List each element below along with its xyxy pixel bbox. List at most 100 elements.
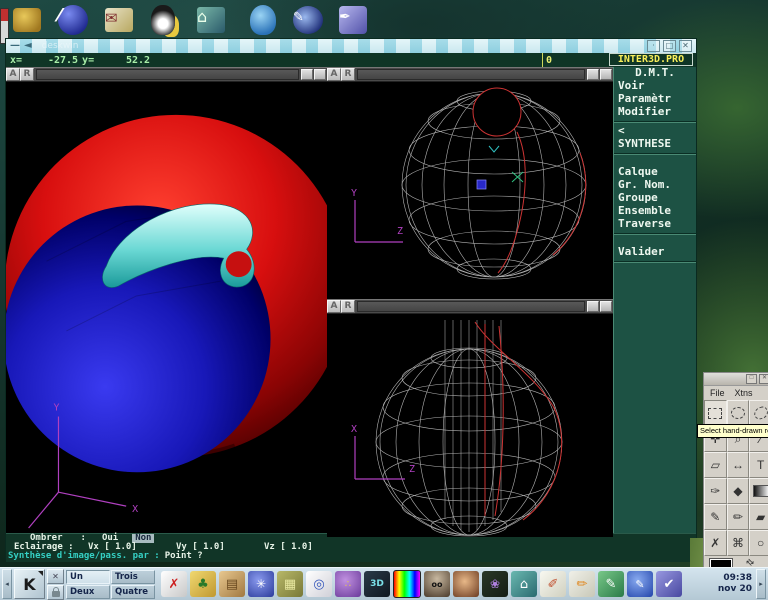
kview-icon[interactable] [161, 571, 187, 597]
home-builder-icon[interactable] [194, 4, 228, 36]
flowers-icon[interactable] [482, 571, 508, 597]
menu-separator [614, 153, 696, 155]
red-profile-curves [498, 132, 586, 273]
toolbox-menu-file[interactable]: File [710, 388, 725, 398]
side-view-canvas[interactable]: Y Z [327, 82, 613, 299]
viewport-a-button[interactable]: A [6, 68, 20, 81]
blue-ant-icon[interactable] [246, 4, 280, 36]
globe-draw-icon[interactable] [627, 571, 653, 597]
lock-screen-button[interactable] [47, 585, 64, 600]
viewport-win-button[interactable] [587, 301, 599, 312]
viewport-drag-bar[interactable] [357, 301, 585, 312]
mail-glyph [105, 8, 133, 32]
coordinate-statusbar: x= -27.5 y= 52.2 0 INTER3D.PRO [6, 53, 696, 67]
package-icon[interactable] [277, 571, 303, 597]
note-pen-icon[interactable] [336, 4, 370, 36]
command-menu: D.M.T. Voir Paramètr Modifier < SYNTHESE… [613, 67, 696, 533]
synthese-question-label: Synthèse d'image/pass. par : [8, 552, 160, 561]
notes-check-icon[interactable] [656, 571, 682, 597]
package-box-icon[interactable] [10, 4, 44, 36]
viewport-win-button[interactable] [600, 69, 612, 80]
viewport-win-button[interactable] [301, 69, 313, 80]
drafting-icon[interactable] [540, 571, 566, 597]
viewport-drag-bar[interactable] [357, 69, 585, 80]
maximize-button[interactable]: □ [663, 40, 676, 52]
menu-item-traverse[interactable]: Traverse [614, 218, 696, 231]
toolbox-close-button[interactable]: ✕ [759, 374, 768, 384]
airbrush-tool[interactable]: ✗ [704, 530, 727, 556]
file-cabinet-icon[interactable] [219, 571, 245, 597]
viewport-r-button[interactable]: R [20, 68, 34, 81]
window-list-button[interactable]: ✕ [47, 569, 64, 584]
crescent-hole [226, 251, 252, 277]
free-select-tool[interactable] [749, 400, 768, 426]
nav-wheel-icon[interactable] [248, 571, 274, 597]
viewport-r-button[interactable]: R [341, 68, 355, 81]
desktop-pager: Un Trois Deux Quatre [66, 570, 155, 599]
gimp-wilber-icon[interactable] [424, 571, 450, 597]
toolbox-maximize-button[interactable]: □ [746, 374, 757, 384]
tool-tooltip: Select hand-drawn regions [697, 424, 768, 438]
viewport-a-button[interactable]: A [327, 300, 341, 313]
pin-icon[interactable]: ◄ [24, 41, 32, 51]
taskbar: ◂ K ✕ Un Trois Deux Quatre [0, 567, 768, 600]
panel-hide-right-button[interactable]: ▸ [756, 569, 766, 599]
rect-select-tool[interactable] [704, 400, 727, 426]
doc-viewer-icon[interactable] [306, 571, 332, 597]
transform-tool[interactable]: ▱ [704, 452, 727, 478]
color-picker-tool[interactable]: ✑ [704, 478, 727, 504]
top-view-canvas[interactable]: X Z [327, 314, 613, 537]
menu-item-modifier[interactable]: Modifier [614, 106, 696, 119]
vz-value[interactable]: Vz [ 1.0] [264, 543, 352, 552]
menu-separator [614, 121, 696, 123]
blend-tool[interactable] [749, 478, 768, 504]
pager-desktop-4[interactable]: Quatre [111, 585, 155, 599]
viewport-win-button[interactable] [600, 301, 612, 312]
viewport-top: A R [327, 299, 613, 537]
viewport-a-button[interactable]: A [327, 68, 341, 81]
3d-logo-icon[interactable] [364, 571, 390, 597]
pencil-icon[interactable] [569, 571, 595, 597]
menu-item-valider[interactable]: Valider [614, 246, 696, 259]
shaded-view-canvas[interactable]: Y X [6, 82, 327, 533]
y-value: 52.2 [94, 55, 150, 66]
select-tools-row [704, 400, 768, 426]
notch-cutout [473, 88, 521, 136]
shade-icon[interactable]: — [10, 41, 20, 51]
flip-tool[interactable]: ↔ [727, 452, 750, 478]
kde-sphere-icon[interactable] [56, 4, 90, 36]
pencil-tool[interactable]: ✎ [704, 504, 727, 530]
convolve-tool[interactable]: ○ [749, 530, 768, 556]
text-tool[interactable]: T [749, 452, 768, 478]
pager-desktop-3[interactable]: Trois [111, 570, 155, 584]
panel-hide-left-button[interactable]: ◂ [2, 569, 12, 599]
bucket-fill-tool[interactable]: ◆ [727, 478, 750, 504]
minimize-button[interactable]: · [647, 40, 660, 52]
pager-desktop-1[interactable]: Un [66, 570, 110, 584]
viewport-win-button[interactable] [587, 69, 599, 80]
image-viewer-icon[interactable] [453, 571, 479, 597]
toolbox-menu-xtns[interactable]: Xtns [735, 388, 753, 398]
eraser-tool[interactable]: ▰ [749, 504, 768, 530]
web-pen-icon[interactable] [291, 4, 325, 36]
viewport-drag-bar[interactable] [36, 69, 299, 80]
molecule-icon[interactable] [335, 571, 361, 597]
menu-item-synthese[interactable]: SYNTHESE [614, 138, 696, 151]
mail-stamp-icon[interactable] [102, 4, 136, 36]
toolbox-titlebar[interactable]: □ ✕ [704, 373, 768, 386]
paintbrush-tool[interactable]: ✏ [727, 504, 750, 530]
desktop-palm-icon[interactable] [190, 571, 216, 597]
ellipse-select-tool[interactable] [727, 400, 750, 426]
tux-files-icon[interactable] [146, 4, 180, 36]
viewport-side: A R [327, 67, 613, 299]
viewport-r-button[interactable]: R [341, 300, 355, 313]
notebook-icon[interactable] [598, 571, 624, 597]
pager-desktop-2[interactable]: Deux [66, 585, 110, 599]
home-paint-icon[interactable] [511, 571, 537, 597]
gradient-icon[interactable] [393, 570, 421, 598]
window-titlebar[interactable]: — ◄ deskwin · □ ✕ [6, 39, 696, 53]
viewport-win-button[interactable] [314, 69, 326, 80]
close-button[interactable]: ✕ [679, 40, 692, 52]
k-menu-button[interactable]: K [14, 569, 45, 599]
clone-tool[interactable]: ⌘ [727, 530, 750, 556]
